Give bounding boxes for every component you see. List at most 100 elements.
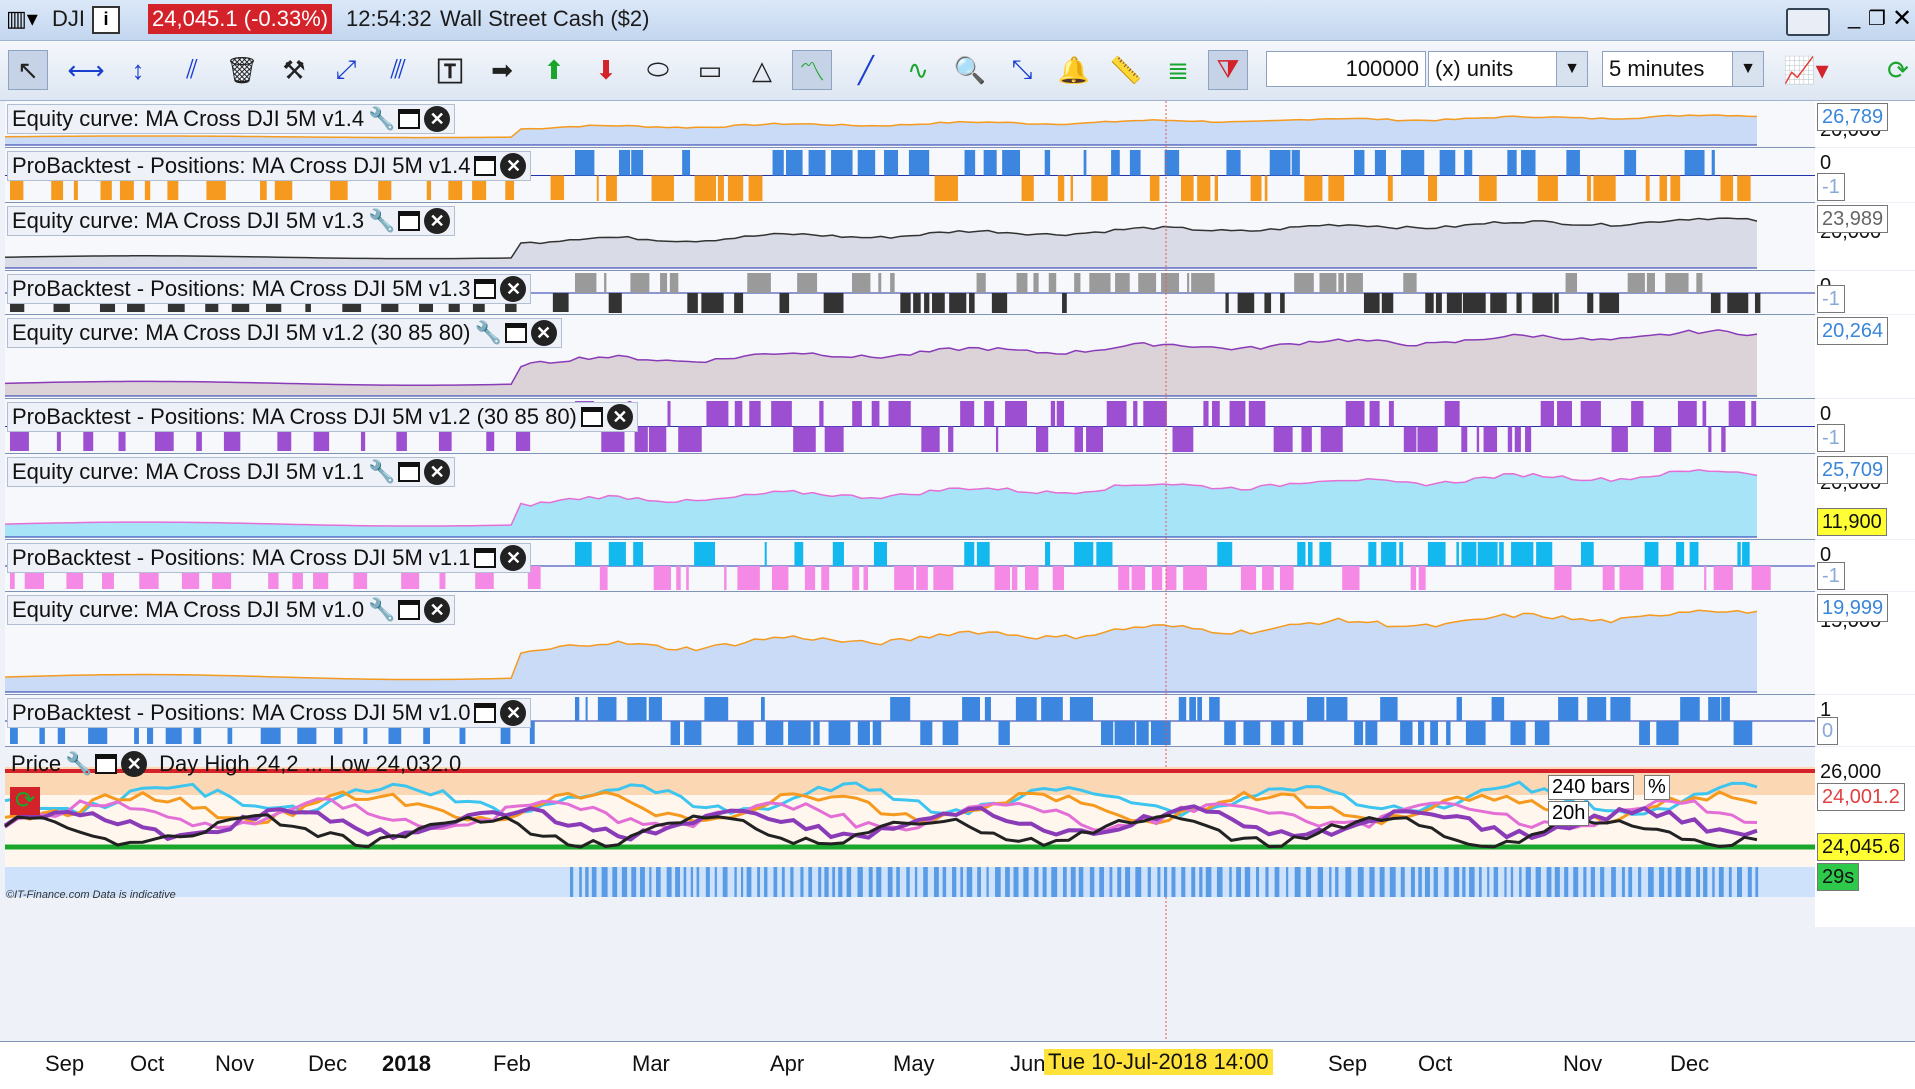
restore-icon[interactable]: ❐ (1868, 6, 1886, 31)
value-axis[interactable]: 20,00026,789 (1815, 101, 1915, 147)
rectangle-icon[interactable]: ▭ (690, 50, 730, 90)
window-icon[interactable] (398, 109, 421, 129)
value-axis[interactable]: 15,00019,999 (1815, 592, 1915, 694)
time-axis-label: May (893, 1051, 935, 1076)
tools-icon[interactable]: ⚒ (274, 50, 314, 90)
panel-title-text: Equity curve: MA Cross DJI 5M v1.4 (12, 106, 365, 131)
window-icon[interactable] (398, 462, 421, 482)
text-tool-icon[interactable]: 🅃 (430, 50, 470, 90)
measure-line-icon[interactable]: ⤡ (1002, 50, 1042, 90)
value-axis[interactable]: 10 (1815, 695, 1915, 746)
quantity-input[interactable]: 100000 (1266, 51, 1426, 87)
time-axis-label: Mar (632, 1051, 670, 1076)
symbol-label[interactable]: DJI (52, 6, 85, 32)
refresh-icon[interactable]: ⟳ (1878, 50, 1915, 90)
add-indicator-icon[interactable]: 📈▾ (1778, 50, 1834, 90)
channel-icon[interactable]: ⫻ (378, 50, 418, 90)
price-axis[interactable]: 26,000 24,001.2 24,045.6 29s (1815, 747, 1915, 927)
window-icon[interactable] (95, 754, 118, 774)
refresh-icon[interactable]: ⟳ (10, 787, 40, 815)
ruler-icon[interactable]: 📏 (1106, 50, 1146, 90)
close-panel-icon[interactable]: ✕ (424, 106, 451, 132)
value-axis[interactable]: 0-1 (1815, 148, 1915, 202)
close-panel-icon[interactable]: ✕ (530, 320, 557, 346)
fibonacci-icon[interactable]: ≣ (1158, 50, 1198, 90)
trash-icon[interactable]: 🗑 (222, 50, 262, 90)
close-panel-icon[interactable]: ✕ (500, 153, 527, 179)
value-axis[interactable]: 20,00025,70911,900 (1815, 454, 1915, 539)
candle-countdown: 29s (1817, 863, 1860, 891)
timeframe-select[interactable]: 5 minutes ▼ (1602, 51, 1764, 87)
value-axis[interactable]: 0-1 (1815, 271, 1915, 314)
wrench-icon[interactable]: 🔧 (368, 459, 395, 485)
close-panel-icon[interactable]: ✕ (500, 700, 527, 726)
keyboard-icon[interactable] (1786, 8, 1830, 36)
vertical-line-icon[interactable]: ↕ (118, 50, 158, 90)
axis-value-badge: 25,709 (1817, 456, 1889, 484)
equity-panel-title: Equity curve: MA Cross DJI 5M v1.1 🔧 ✕ (7, 457, 456, 487)
minimize-icon[interactable]: _ (1848, 4, 1860, 30)
window-icon[interactable] (474, 548, 497, 568)
close-panel-icon[interactable]: ✕ (500, 545, 527, 571)
drawing-toolbar: ↖ ⟷ ↕ ⫽ 🗑 ⚒ ⤢ ⫻ 🅃 ➡ ⬆ ⬇ ⬭ ▭ △ 〽 ╱ ∿ 🔍 ⤡ … (0, 41, 1915, 101)
zoom-icon[interactable]: 🔍 (950, 50, 990, 90)
regression-icon[interactable]: ∿ (898, 50, 938, 90)
time-axis-label: Dec (1670, 1051, 1710, 1076)
units-select[interactable]: (x) units ▼ (1428, 51, 1588, 87)
axis-value-badge: 19,999 (1817, 594, 1889, 622)
pointer-tool-icon[interactable]: ↖ (8, 50, 48, 90)
sell-arrow-icon[interactable]: ⬇ (586, 50, 626, 90)
trend-tool-icon[interactable]: 〽 (792, 50, 832, 90)
segment-icon[interactable]: ⤢ (326, 50, 366, 90)
instrument-name: Wall Street Cash ($2) (440, 6, 650, 31)
axis-value-badge: 24,001.2 (1817, 783, 1905, 811)
horizontal-line-icon[interactable]: ⟷ (66, 50, 106, 90)
close-panel-icon[interactable]: ✕ (121, 751, 148, 777)
info-icon[interactable]: i (92, 6, 120, 34)
wrench-icon[interactable]: 🔧 (368, 106, 395, 132)
percent-toggle[interactable]: % (1644, 775, 1670, 800)
parallel-lines-icon[interactable]: ⫽ (172, 50, 212, 90)
wrench-icon[interactable]: 🔧 (475, 320, 502, 346)
window-icon[interactable] (504, 323, 527, 343)
wrench-icon[interactable]: 🔧 (368, 597, 395, 623)
timeframe-value: 5 minutes (1609, 56, 1705, 81)
units-value: (x) units (1435, 56, 1514, 81)
value-axis[interactable]: 20,00023,989 (1815, 203, 1915, 270)
arrow-right-icon[interactable]: ➡ (482, 50, 522, 90)
time-axis-label: Sep (45, 1051, 85, 1076)
close-panel-icon[interactable]: ✕ (424, 459, 451, 485)
window-icon[interactable] (580, 407, 603, 427)
clock: 12:54:32 (346, 6, 432, 31)
alert-bell-icon[interactable]: 🔔 (1054, 50, 1094, 90)
close-panel-icon[interactable]: ✕ (424, 597, 451, 623)
window-icon[interactable] (474, 156, 497, 176)
line-tool-icon[interactable]: ╱ (846, 50, 886, 90)
triangle-icon[interactable]: △ (742, 50, 782, 90)
time-axis-label: Jun (1010, 1051, 1046, 1076)
close-panel-icon[interactable]: ✕ (424, 208, 451, 234)
axis-value-badge: 11,900 (1817, 508, 1887, 536)
window-icon[interactable] (474, 703, 497, 723)
chart-type-icon[interactable]: ▥▾ (6, 6, 38, 32)
axis-tick: 0 (1820, 403, 1832, 425)
value-axis[interactable]: 0-1 (1815, 399, 1915, 453)
buy-arrow-icon[interactable]: ⬆ (534, 50, 574, 90)
axis-tick: 0 (1820, 152, 1832, 174)
close-panel-icon[interactable]: ✕ (500, 276, 527, 302)
close-window-icon[interactable]: ✕ (1892, 4, 1912, 33)
pattern-tool-icon[interactable]: ⧩ (1208, 50, 1248, 90)
cursor-date-label: Tue 10-Jul-2018 14:00 (1044, 1049, 1273, 1075)
last-price-badge: 24,045.6 (1817, 833, 1905, 861)
value-axis[interactable]: 0-1 (1815, 540, 1915, 591)
window-icon[interactable] (398, 211, 421, 231)
axis-value-badge: -1 (1817, 173, 1845, 201)
window-icon[interactable] (398, 600, 421, 620)
ellipse-icon[interactable]: ⬭ (638, 50, 678, 90)
wrench-icon[interactable]: 🔧 (368, 208, 395, 234)
panel-title-text: ProBacktest - Positions: MA Cross DJI 5M… (12, 276, 471, 301)
wrench-icon[interactable]: 🔧 (65, 751, 92, 777)
window-icon[interactable] (474, 279, 497, 299)
value-axis[interactable]: 20,264 (1815, 315, 1915, 398)
close-panel-icon[interactable]: ✕ (606, 404, 633, 430)
